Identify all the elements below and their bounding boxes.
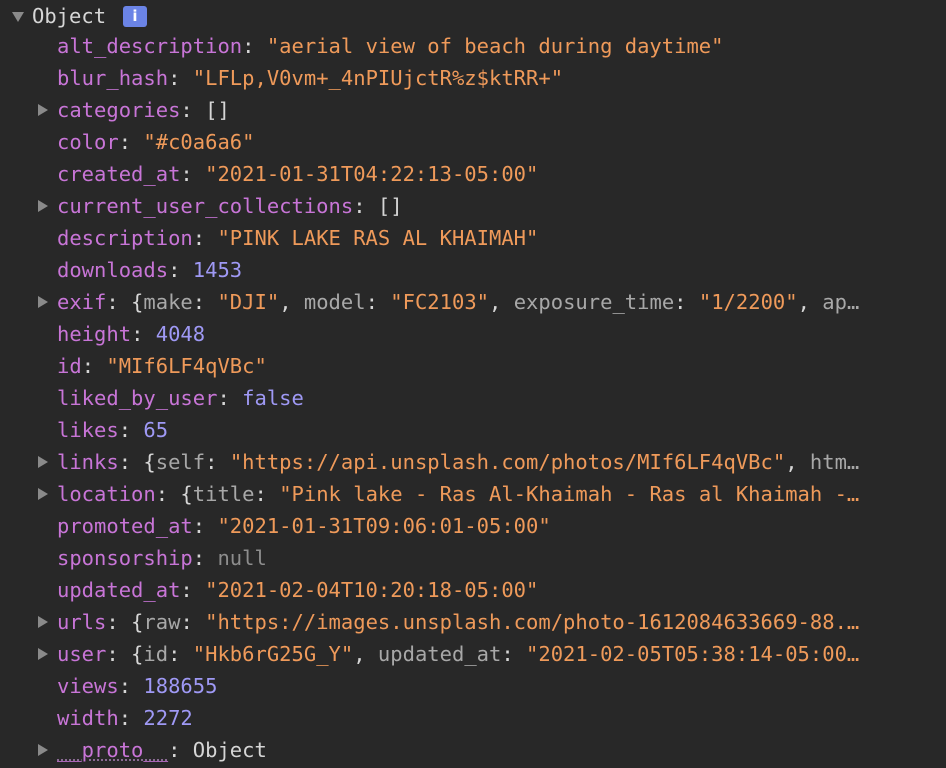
console-object-inspector: Object i alt_description: "aerial view o… (0, 0, 946, 768)
collapse-arrow-icon[interactable] (12, 12, 24, 22)
property-key: sponsorship (57, 546, 193, 570)
property-value: 65 (143, 418, 169, 442)
object-root-label: Object (32, 4, 107, 28)
property-key: color (57, 130, 119, 154)
property-liked-by-user: liked_by_user: false (57, 386, 304, 410)
property-value: "PINK LAKE RAS AL KHAIMAH" (217, 226, 539, 250)
property-value: "LFLp,V0vm+_4nPIUjctR%z$ktRR+" (192, 66, 564, 90)
expand-arrow-icon[interactable] (38, 488, 48, 500)
property-value: "aerial view of beach during daytime" (266, 34, 724, 58)
property-key: exif (57, 290, 107, 314)
property-key: downloads (57, 258, 169, 282)
property-downloads: downloads: 1453 (57, 258, 243, 282)
property-links[interactable]: links: {self: "https://api.unsplash.com/… (0, 446, 946, 478)
object-root-row[interactable]: Object i (0, 0, 946, 32)
property-urls[interactable]: urls: {raw: "https://images.unsplash.com… (0, 606, 946, 638)
inner-key: updated_at (377, 642, 502, 666)
property-key: id (57, 354, 82, 378)
property-value: 188655 (143, 674, 218, 698)
property-current-user-collections[interactable]: current_user_collections: [] (0, 190, 946, 222)
property-value: "#c0a6a6" (143, 130, 255, 154)
property-key: user (57, 642, 107, 666)
property-key: likes (57, 418, 119, 442)
property-created-at: created_at: "2021-01-31T04:22:13-05:00" (57, 162, 539, 186)
property-key: categories (57, 98, 181, 122)
property-description: description: "PINK LAKE RAS AL KHAIMAH" (57, 226, 539, 250)
expand-arrow-icon[interactable] (38, 296, 48, 308)
inner-key: ap… (822, 290, 860, 314)
inner-key: title (192, 482, 255, 506)
info-icon[interactable]: i (123, 6, 147, 27)
expand-arrow-icon[interactable] (38, 744, 48, 756)
property-exif[interactable]: exif: {make: "DJI", model: "FC2103", exp… (0, 286, 946, 318)
inner-key: exposure_time (513, 290, 675, 314)
expand-arrow-icon[interactable] (38, 616, 48, 628)
property-width: width: 2272 (57, 706, 193, 730)
inner-value: "https://images.unsplash.com/photo-16120… (205, 610, 860, 634)
property-value: [] (205, 98, 230, 122)
inner-value: "https://api.unsplash.com/photos/MIf6LF4… (229, 450, 786, 474)
expand-arrow-icon[interactable] (38, 648, 48, 660)
property-value: "2021-02-04T10:20:18-05:00" (205, 578, 539, 602)
property-height: height: 4048 (57, 322, 206, 346)
property-key: urls (57, 610, 107, 634)
property-key: __proto__ (57, 738, 169, 762)
property-updated-at: updated_at: "2021-02-04T10:20:18-05:00" (57, 578, 539, 602)
inner-value: "Pink lake - Ras Al-Khaimah - Ras al Kha… (279, 482, 860, 506)
property-location[interactable]: location: {title: "Pink lake - Ras Al-Kh… (0, 478, 946, 510)
expand-arrow-icon[interactable] (38, 200, 48, 212)
property-promoted-at: promoted_at: "2021-01-31T09:06:01-05:00" (57, 514, 551, 538)
property-value: Object (192, 738, 267, 762)
property-key: current_user_collections (57, 194, 354, 218)
inner-key: id (143, 642, 169, 666)
property-key: alt_description (57, 34, 243, 58)
property-categories[interactable]: categories: [] (0, 94, 946, 126)
property-value: null (217, 546, 267, 570)
inner-value: "1/2200" (698, 290, 798, 314)
expand-arrow-icon[interactable] (38, 456, 48, 468)
property-alt-description: alt_description: "aerial view of beach d… (57, 34, 724, 58)
property-value: [] (377, 194, 403, 218)
property-blur-hash: blur_hash: "LFLp,V0vm+_4nPIUjctR%z$ktRR+… (57, 66, 564, 90)
inner-value: "FC2103" (390, 290, 490, 314)
property-key: width (57, 706, 119, 730)
property-sponsorship: sponsorship: null (57, 546, 267, 570)
property-views: views: 188655 (57, 674, 218, 698)
inner-key: make (143, 290, 193, 314)
property-key: location (57, 482, 156, 506)
property-key: height (57, 322, 132, 346)
inner-key: self (155, 450, 206, 474)
property-key: updated_at (57, 578, 181, 602)
property-proto[interactable]: __proto__: Object (0, 734, 946, 766)
inner-value: "Hkb6rG25G_Y" (192, 642, 354, 666)
property-key: blur_hash (57, 66, 169, 90)
property-id: id: "MIf6LF4qVBc" (57, 354, 267, 378)
inner-value: "DJI" (217, 290, 280, 314)
property-user[interactable]: user: {id: "Hkb6rG25G_Y", updated_at: "2… (0, 638, 946, 670)
property-value: "2021-01-31T09:06:01-05:00" (217, 514, 551, 538)
property-key: promoted_at (57, 514, 193, 538)
inner-key: htm… (809, 450, 860, 474)
property-key: views (57, 674, 119, 698)
inner-key: model (303, 290, 366, 314)
property-key: links (57, 450, 119, 474)
property-value: 1453 (192, 258, 243, 282)
property-key: liked_by_user (57, 386, 218, 410)
inner-value: "2021-02-05T05:38:14-05:00… (526, 642, 860, 666)
property-likes: likes: 65 (57, 418, 169, 442)
property-value: 4048 (155, 322, 206, 346)
inner-key: raw (143, 610, 181, 634)
expand-arrow-icon[interactable] (38, 104, 48, 116)
property-value: "2021-01-31T04:22:13-05:00" (205, 162, 539, 186)
property-value: "MIf6LF4qVBc" (106, 354, 267, 378)
property-color: color: "#c0a6a6" (57, 130, 255, 154)
property-key: created_at (57, 162, 181, 186)
property-value: 2272 (143, 706, 193, 730)
property-key: description (57, 226, 193, 250)
property-value: false (242, 386, 304, 410)
